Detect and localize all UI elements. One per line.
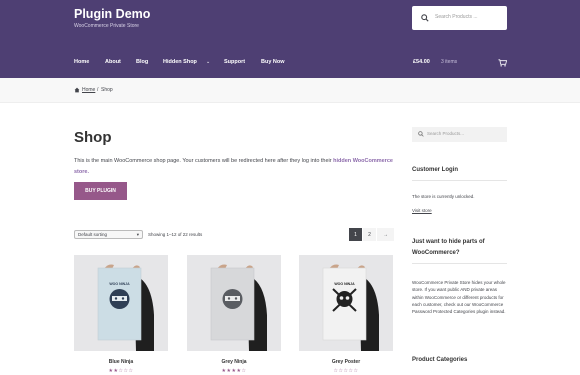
page-title: Shop [74,129,112,146]
product-categories-title: Product Categories [412,357,468,363]
nav-hidden-shop[interactable]: Hidden Shop [163,59,197,65]
product-title[interactable]: Blue Ninja [74,359,168,365]
nav-blog[interactable]: Blog [136,59,148,65]
product-card[interactable]: Grey Ninja ★★★★☆ [187,255,281,374]
sorting-select[interactable]: Default sorting ▾ [74,230,143,239]
page-next[interactable]: → [377,228,394,241]
chevron-down-icon: ▾ [136,232,139,237]
product-rating: ★★☆☆☆ [108,368,134,374]
search-icon [418,131,424,137]
result-count: Showing 1–12 of 22 results [148,232,203,237]
poster-label: WOO NINJA [334,282,355,286]
cart-item-count[interactable]: 3 items [441,59,457,65]
cart-icon[interactable] [498,58,507,67]
nav-home[interactable]: Home [74,59,89,65]
nav-support[interactable]: Support [224,59,245,65]
poster-label: WOO NINJA [109,282,130,286]
product-title[interactable]: Grey Poster [299,359,393,365]
product-image[interactable]: WOO NINJA [299,255,393,351]
chevron-down-icon: ⌄ [206,59,211,65]
breadcrumb-home-link[interactable]: Home [82,87,95,93]
page-2[interactable]: 2 [363,228,376,241]
intro-body: This is the main WooCommerce shop page. … [74,158,332,164]
visit-store-label[interactable]: Visit store [412,208,432,213]
poster-illustration [74,255,168,351]
cart-amount[interactable]: £54.00 [413,59,430,65]
page-1[interactable]: 1 [349,228,362,241]
customer-login-title: Customer Login [412,164,507,181]
poster-illustration [299,255,393,351]
product-card[interactable]: WOO NINJA Grey Poster ☆☆☆☆☆ [299,255,393,374]
sorting-value: Default sorting [78,232,108,237]
sidebar-search-input[interactable]: Search Products... [412,127,507,142]
product-title[interactable]: Grey Ninja [187,359,281,365]
login-status: The store is currently unlocked. [412,194,475,199]
product-card[interactable]: WOO NINJA Blue Ninja ★★☆☆☆ [74,255,168,374]
breadcrumb-current: Shop [101,87,113,93]
nav-about[interactable]: About [105,59,121,65]
product-rating: ★★★★☆ [221,368,247,374]
hide-parts-text: WooCommerce Private Store hides your who… [412,280,506,315]
nav-buy-now[interactable]: Buy Now [261,59,285,65]
header-search-input[interactable]: Search Products ... [412,6,507,30]
site-description: WooCommerce Private Store [74,23,139,29]
intro-text: This is the main WooCommerce shop page. … [74,156,394,178]
product-image[interactable] [187,255,281,351]
hide-parts-title: Just want to hide parts of WooCommerce? [412,237,507,264]
product-image[interactable]: WOO NINJA [74,255,168,351]
breadcrumb: Home / Shop [0,78,580,103]
search-icon [421,14,429,22]
sidebar-search-placeholder: Search Products... [427,131,465,136]
visit-store-link[interactable]: Visit store [412,207,509,214]
header-search-placeholder: Search Products ... [435,14,478,20]
site-header: Plugin Demo WooCommerce Private Store Se… [0,0,580,78]
poster-illustration [187,255,281,351]
home-icon [74,87,80,93]
site-title[interactable]: Plugin Demo [74,7,150,21]
product-rating: ☆☆☆☆☆ [333,368,359,374]
buy-plugin-button[interactable]: BUY PLUGIN [74,182,127,200]
breadcrumb-separator: / [97,87,99,93]
